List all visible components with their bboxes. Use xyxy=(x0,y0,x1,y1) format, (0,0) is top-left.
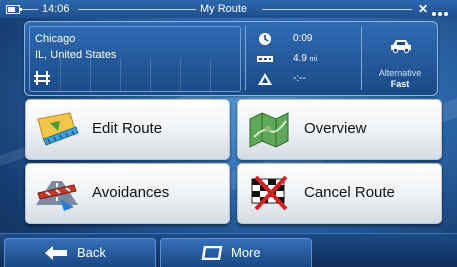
arrow-left-icon xyxy=(45,246,67,260)
cancel-route-button[interactable]: Cancel Route xyxy=(237,163,442,224)
close-icon[interactable]: ✕ xyxy=(418,2,428,16)
route-info-panel: Chicago IL, United States 0:09 4.9 mi -:… xyxy=(24,21,438,96)
more-label: More xyxy=(231,245,261,260)
distance: 4.9 mi xyxy=(257,52,357,68)
more-button[interactable]: More xyxy=(160,238,312,267)
distance-value: 4.9 mi xyxy=(293,53,318,64)
edit-route-button[interactable]: Edit Route xyxy=(25,99,230,160)
car-icon xyxy=(391,40,411,54)
overview-button[interactable]: Overview xyxy=(237,99,442,160)
alternative-route-button[interactable]: Alternative Fast xyxy=(367,26,433,90)
arrival: -:-- xyxy=(257,72,357,88)
road-icon xyxy=(34,71,50,85)
road-block-icon xyxy=(36,181,78,211)
map-icon xyxy=(249,112,289,148)
status-line xyxy=(22,9,38,10)
status-bar: 14:06 My Route ✕ xyxy=(0,0,457,18)
status-time: 14:06 xyxy=(42,3,70,15)
screen: 14:06 My Route ✕ Chicago IL, United Stat… xyxy=(0,0,457,267)
time-remaining-value: 0:09 xyxy=(293,33,313,44)
ruler-map-icon xyxy=(37,112,79,146)
dots-icon[interactable] xyxy=(432,7,456,16)
alternative-value: Fast xyxy=(390,79,410,89)
back-button[interactable]: Back xyxy=(4,238,156,267)
avoidances-button[interactable]: Avoidances xyxy=(25,163,230,224)
cancel-route-label: Cancel Route xyxy=(304,184,395,201)
status-line xyxy=(262,9,412,10)
destination-city: Chicago xyxy=(35,33,76,45)
more-icon xyxy=(201,246,223,260)
panel-divider xyxy=(245,26,246,90)
status-line xyxy=(78,9,196,10)
battery-icon xyxy=(6,5,22,14)
arrival-value: -:-- xyxy=(293,73,306,84)
overview-label: Overview xyxy=(304,120,367,137)
clock-icon xyxy=(259,33,271,45)
alternative-label: Alternative xyxy=(378,68,422,78)
avoidances-label: Avoidances xyxy=(92,184,170,201)
back-label: Back xyxy=(77,245,106,260)
destination-box: Chicago IL, United States xyxy=(29,26,241,92)
time-remaining: 0:09 xyxy=(257,32,357,48)
destination-region: IL, United States xyxy=(35,49,117,61)
panel-divider xyxy=(361,26,362,90)
distance-icon xyxy=(257,56,273,62)
flag-icon xyxy=(258,73,272,85)
screen-title: My Route xyxy=(200,3,248,15)
checkered-flag-icon xyxy=(251,175,288,211)
edit-route-label: Edit Route xyxy=(92,120,163,137)
bottom-bar: Back More xyxy=(0,233,457,267)
